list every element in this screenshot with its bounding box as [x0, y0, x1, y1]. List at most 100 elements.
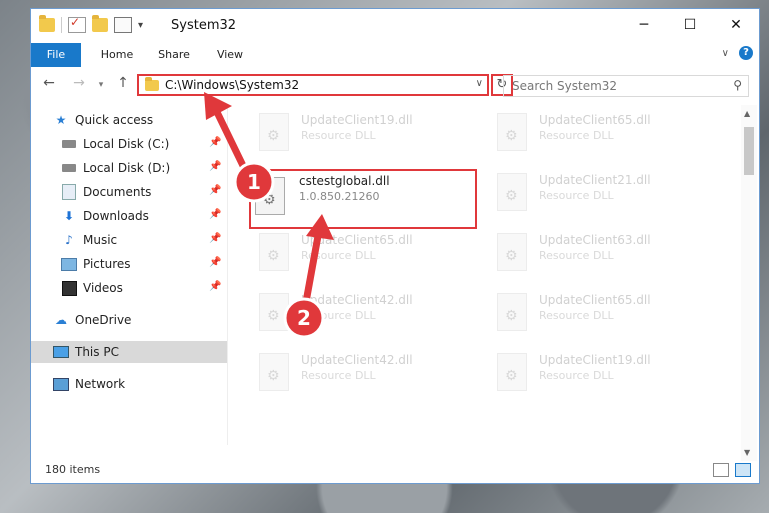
window-controls: ─ ☐ ✕: [621, 9, 759, 41]
file-name: UpdateClient42.dll: [301, 353, 413, 367]
sidebar-item-label: Pictures: [83, 257, 131, 271]
properties-check-icon[interactable]: [68, 15, 86, 33]
back-arrow-icon[interactable]: ←: [39, 75, 59, 91]
search-box[interactable]: Search System32 ⚲: [503, 75, 749, 97]
file-item[interactable]: UpdateClient42.dll Resource DLL: [251, 349, 479, 397]
pin-icon[interactable]: 📌: [209, 281, 221, 292]
file-version: 1.0.850.21260: [299, 190, 380, 203]
file-list: UpdateClient19.dll Resource DLL UpdateCl…: [241, 109, 737, 449]
quick-access-toolbar: ▾: [39, 15, 143, 33]
pane-divider[interactable]: [227, 105, 228, 445]
large-icons-view-icon[interactable]: [735, 463, 751, 477]
file-name: UpdateClient65.dll: [301, 233, 413, 247]
maximize-button[interactable]: ☐: [667, 9, 713, 41]
forward-arrow-icon[interactable]: →: [69, 75, 89, 91]
ribbon-right-controls: ∨ ?: [722, 46, 753, 60]
sidebar-item-videos[interactable]: Videos 📌: [31, 277, 227, 299]
dll-file-icon: [259, 353, 289, 391]
view-switcher: [713, 463, 751, 477]
address-dropdown-icon[interactable]: ∨: [476, 78, 483, 89]
details-view-icon[interactable]: [713, 463, 729, 477]
pin-icon[interactable]: 📌: [209, 209, 221, 220]
sidebar-item-label: Downloads: [83, 209, 149, 223]
explorer-window: ▾ System32 ─ ☐ ✕ File Home Share View ∨ …: [30, 8, 760, 484]
dll-file-icon: [255, 177, 285, 215]
file-type: Resource DLL: [539, 129, 614, 142]
file-item[interactable]: UpdateClient65.dll Resource DLL: [251, 229, 479, 277]
file-type: Resource DLL: [539, 249, 614, 262]
minimize-button[interactable]: ─: [621, 9, 667, 41]
dll-file-icon: [497, 353, 527, 391]
scroll-up-icon[interactable]: ▲: [744, 109, 750, 118]
tab-share[interactable]: Share: [151, 43, 197, 67]
sidebar-item-network[interactable]: Network: [31, 373, 227, 395]
cloud-icon: ☁: [55, 313, 67, 327]
close-button[interactable]: ✕: [713, 9, 759, 41]
pin-icon[interactable]: 📌: [209, 185, 221, 196]
sidebar-item-local-disk-d[interactable]: Local Disk (D:) 📌: [31, 157, 227, 179]
file-name: cstestglobal.dll: [299, 174, 390, 188]
vertical-scrollbar[interactable]: ▲ ▼: [741, 105, 757, 461]
dll-file-icon: [497, 173, 527, 211]
pictures-icon: [61, 257, 77, 271]
title-bar: ▾ System32 ─ ☐ ✕: [31, 9, 759, 41]
sidebar-item-quick-access[interactable]: ★ Quick access: [53, 109, 249, 131]
address-path[interactable]: C:\Windows\System32: [165, 78, 299, 92]
ribbon-tabs: File Home Share View ∨ ?: [31, 43, 759, 67]
sidebar-item-music[interactable]: ♪ Music 📌: [31, 229, 227, 251]
file-item[interactable]: UpdateClient63.dll Resource DLL: [489, 229, 717, 277]
file-item[interactable]: UpdateClient65.dll Resource DLL: [489, 289, 717, 337]
status-bar: 180 items: [31, 457, 759, 483]
file-name: UpdateClient65.dll: [539, 113, 651, 127]
folder-icon[interactable]: [39, 15, 55, 32]
file-name: UpdateClient65.dll: [539, 293, 651, 307]
file-name: UpdateClient21.dll: [539, 173, 651, 187]
file-item[interactable]: UpdateClient42.dll Resource DLL: [251, 289, 479, 337]
file-name: UpdateClient63.dll: [539, 233, 651, 247]
pin-icon[interactable]: 📌: [209, 161, 221, 172]
up-arrow-icon[interactable]: ↑: [113, 75, 133, 91]
file-type: Resource DLL: [301, 309, 376, 322]
tab-home[interactable]: Home: [93, 43, 141, 67]
dll-file-icon: [497, 233, 527, 271]
pin-icon[interactable]: 📌: [209, 137, 221, 148]
dll-file-icon: [259, 293, 289, 331]
file-item[interactable]: UpdateClient19.dll Resource DLL: [251, 109, 479, 157]
search-placeholder[interactable]: Search System32: [512, 79, 617, 93]
file-item-highlighted[interactable]: cstestglobal.dll 1.0.850.21260: [249, 169, 477, 229]
recent-locations-chevron-icon[interactable]: ▾: [91, 80, 111, 90]
address-bar[interactable]: C:\Windows\System32 ∨: [137, 74, 489, 96]
pin-icon[interactable]: 📌: [209, 257, 221, 268]
help-icon[interactable]: ?: [739, 46, 753, 60]
file-item[interactable]: UpdateClient21.dll Resource DLL: [489, 169, 717, 217]
scrollbar-thumb[interactable]: [744, 127, 754, 175]
file-name: UpdateClient19.dll: [301, 113, 413, 127]
toolbar-separator: [61, 17, 62, 33]
sidebar-item-pictures[interactable]: Pictures 📌: [31, 253, 227, 275]
tab-file[interactable]: File: [31, 43, 81, 67]
download-icon: ⬇: [63, 209, 75, 223]
documents-icon: [61, 184, 77, 200]
sidebar-item-this-pc[interactable]: This PC: [31, 341, 227, 363]
sidebar-item-documents[interactable]: Documents 📌: [31, 181, 227, 203]
dll-file-icon: [497, 113, 527, 151]
dll-file-icon: [497, 293, 527, 331]
sidebar-item-onedrive[interactable]: ☁ OneDrive: [53, 309, 249, 331]
scroll-down-icon[interactable]: ▼: [744, 448, 750, 457]
sidebar-item-label: Videos: [83, 281, 123, 295]
file-item[interactable]: UpdateClient19.dll Resource DLL: [489, 349, 717, 397]
dll-file-icon: [259, 113, 289, 151]
tab-view[interactable]: View: [207, 43, 253, 67]
new-folder-icon[interactable]: [92, 15, 108, 32]
sidebar-item-local-disk-c[interactable]: Local Disk (C:) 📌: [31, 133, 227, 155]
file-type: Resource DLL: [301, 249, 376, 262]
pin-icon[interactable]: 📌: [209, 233, 221, 244]
sidebar-item-label: Documents: [83, 185, 152, 199]
properties-icon[interactable]: [114, 17, 132, 33]
file-type: Resource DLL: [301, 369, 376, 382]
file-item[interactable]: UpdateClient65.dll Resource DLL: [489, 109, 717, 157]
expand-ribbon-chevron-icon[interactable]: ∨: [722, 48, 729, 59]
drive-icon: [61, 161, 77, 175]
sidebar-item-downloads[interactable]: ⬇ Downloads 📌: [31, 205, 227, 227]
customize-toolbar-dropdown-icon[interactable]: ▾: [138, 20, 143, 31]
